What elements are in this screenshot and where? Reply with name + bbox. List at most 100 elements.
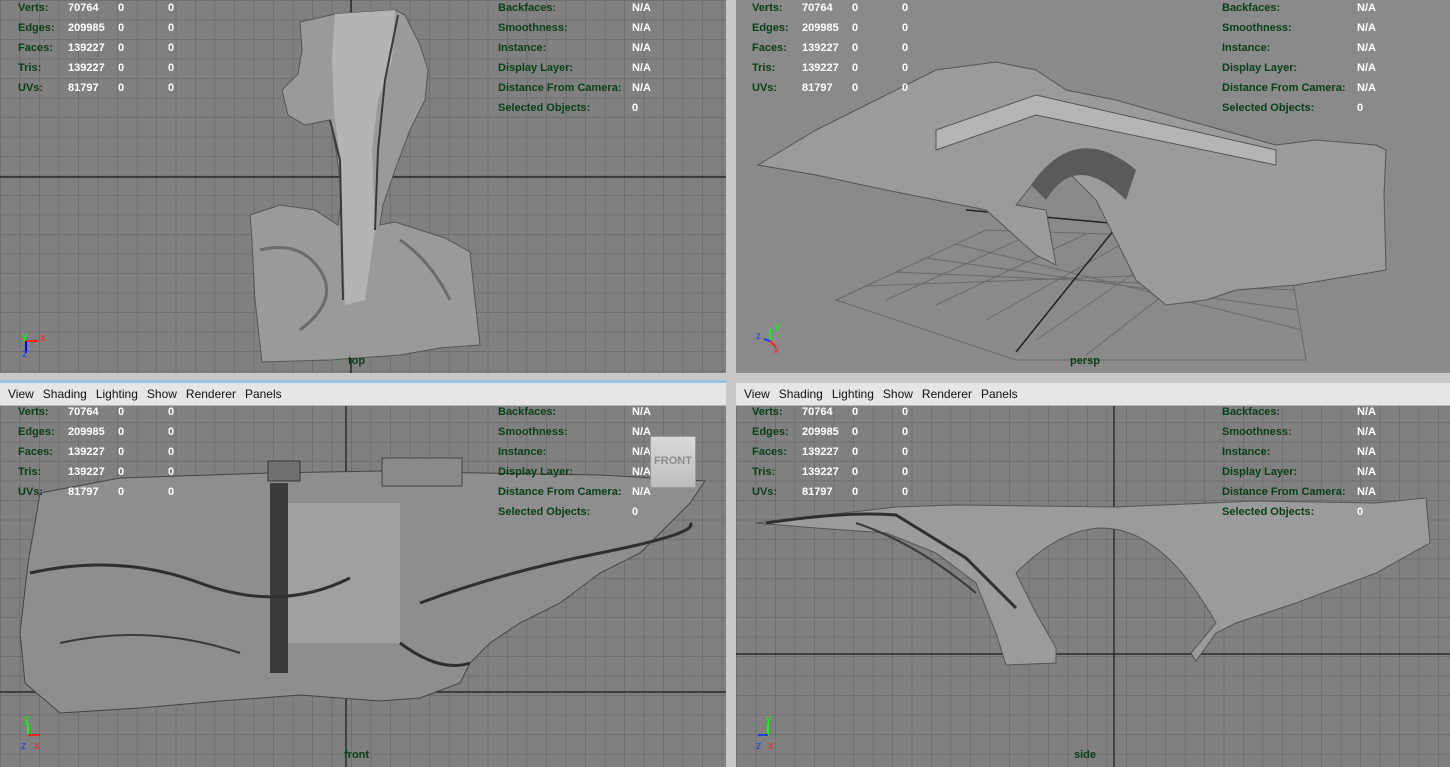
instance-value: N/A	[1357, 446, 1376, 458]
uvs-label: UVs:	[18, 486, 44, 498]
verts-label: Verts:	[18, 406, 49, 418]
viewport-persp[interactable]: Verts: 70764 0 0 Edges: 209985 0 0 Faces: 13922…	[736, 0, 1450, 373]
faces-label: Faces:	[752, 42, 787, 54]
edges-label: Edges:	[18, 426, 55, 438]
svg-text:x: x	[774, 345, 779, 356]
menu-panels[interactable]: Panels	[245, 387, 282, 401]
uvs-value: 81797	[68, 486, 99, 498]
instance-label: Instance:	[498, 446, 547, 458]
smoothness-value: N/A	[632, 426, 651, 438]
tris-value: 139227	[802, 62, 839, 74]
svg-text:y: y	[24, 713, 30, 725]
tris-value-3: 0	[168, 466, 175, 478]
verts-value: 70764	[68, 2, 99, 14]
faces-value: 139227	[802, 42, 839, 54]
smoothness-label: Smoothness:	[498, 22, 568, 34]
menu-renderer[interactable]: Renderer	[186, 387, 236, 401]
edges-value-3: 0	[902, 22, 909, 34]
backfaces-value: N/A	[1357, 2, 1376, 14]
axis-gizmo-icon: y z x	[756, 713, 774, 752]
uvs-value-2: 0	[118, 486, 125, 498]
props-hud-top: Backfaces: N/A Smoothness: N/A Instance: N/…	[498, 0, 651, 118]
uvs-value-3: 0	[902, 486, 909, 498]
smoothness-label: Smoothness:	[1222, 22, 1292, 34]
faces-value-3: 0	[168, 42, 175, 54]
svg-text:x: x	[34, 740, 40, 752]
tris-value: 139227	[68, 62, 105, 74]
menu-view[interactable]: View	[8, 387, 34, 401]
active-panel-indicator	[0, 380, 726, 383]
svg-text:y: y	[766, 713, 772, 725]
uvs-value-3: 0	[168, 82, 175, 94]
distance-value: N/A	[1357, 486, 1376, 498]
menu-panels[interactable]: Panels	[981, 387, 1018, 401]
faces-value: 139227	[68, 446, 105, 458]
menu-lighting[interactable]: Lighting	[832, 387, 874, 401]
viewport-side[interactable]: View Shading Lighting Show Renderer Pane…	[736, 383, 1450, 767]
tris-label: Tris:	[752, 466, 776, 478]
edges-label: Edges:	[752, 22, 789, 34]
faces-label: Faces:	[18, 42, 53, 54]
instance-label: Instance:	[1222, 446, 1271, 458]
distance-label: Distance From Camera:	[498, 82, 622, 94]
verts-value-3: 0	[902, 2, 909, 14]
uvs-value-3: 0	[902, 82, 909, 94]
camera-label-front: front	[344, 749, 370, 761]
menu-shading[interactable]: Shading	[779, 387, 823, 401]
menu-shading[interactable]: Shading	[43, 387, 87, 401]
backfaces-label: Backfaces:	[1222, 2, 1281, 14]
verts-label: Verts:	[752, 2, 783, 14]
faces-label: Faces:	[18, 446, 53, 458]
menu-show[interactable]: Show	[883, 387, 913, 401]
display-layer-value: N/A	[632, 62, 651, 74]
svg-text:z: z	[756, 331, 761, 342]
tris-value-2: 0	[118, 466, 125, 478]
smoothness-value: N/A	[632, 22, 651, 34]
selected-label: Selected Objects:	[1222, 506, 1315, 518]
faces-value-3: 0	[902, 42, 909, 54]
selected-value: 0	[1357, 102, 1364, 114]
verts-label: Verts:	[752, 406, 783, 418]
tris-label: Tris:	[18, 62, 42, 74]
menu-view[interactable]: View	[744, 387, 770, 401]
edges-value: 209985	[68, 426, 105, 438]
faces-value-2: 0	[118, 446, 125, 458]
display-layer-label: Display Layer:	[498, 466, 574, 478]
tris-label: Tris:	[18, 466, 42, 478]
distance-label: Distance From Camera:	[1222, 486, 1346, 498]
uvs-value: 81797	[68, 82, 99, 94]
menu-renderer[interactable]: Renderer	[922, 387, 972, 401]
selected-value: 0	[632, 506, 639, 518]
faces-value: 139227	[68, 42, 105, 54]
faces-value: 139227	[802, 446, 839, 458]
selected-label: Selected Objects:	[498, 506, 591, 518]
display-layer-label: Display Layer:	[1222, 466, 1298, 478]
uvs-label: UVs:	[18, 82, 44, 94]
props-hud-side: Backfaces: N/A Smoothness: N/A Instance: N/…	[1222, 402, 1376, 522]
tris-label: Tris:	[752, 62, 776, 74]
uvs-value: 81797	[802, 486, 833, 498]
stats-hud-side: Verts: 70764 0 0 Edges: 209985 0 0 Faces: 13922…	[752, 402, 908, 502]
edges-value-2: 0	[118, 22, 125, 34]
edges-value-2: 0	[852, 22, 859, 34]
viewport-front[interactable]: View Shading Lighting Show Renderer Pane…	[0, 383, 726, 767]
tris-value-2: 0	[118, 62, 125, 74]
instance-value: N/A	[632, 42, 651, 54]
distance-label: Distance From Camera:	[1222, 82, 1346, 94]
viewport-top[interactable]: Verts: 70764 0 0 Edges: 209985 0 0 Faces: 13922…	[0, 0, 726, 373]
panel-divider-vertical[interactable]	[726, 0, 736, 767]
uvs-label: UVs:	[752, 82, 778, 94]
faces-value-2: 0	[852, 446, 859, 458]
menu-show[interactable]: Show	[147, 387, 177, 401]
axis-gizmo-icon: y x z	[22, 330, 46, 359]
menu-lighting[interactable]: Lighting	[96, 387, 138, 401]
edges-value-3: 0	[902, 426, 909, 438]
display-layer-value: N/A	[1357, 466, 1376, 478]
svg-text:y: y	[22, 330, 28, 342]
instance-value: N/A	[632, 446, 651, 458]
view-cube-front[interactable]: FRONT	[650, 436, 696, 488]
display-layer-label: Display Layer:	[1222, 62, 1298, 74]
stats-hud-front: Verts: 70764 0 0 Edges: 209985 0 0 Faces: 13922…	[18, 402, 174, 502]
instance-label: Instance:	[1222, 42, 1271, 54]
uvs-value-2: 0	[118, 82, 125, 94]
